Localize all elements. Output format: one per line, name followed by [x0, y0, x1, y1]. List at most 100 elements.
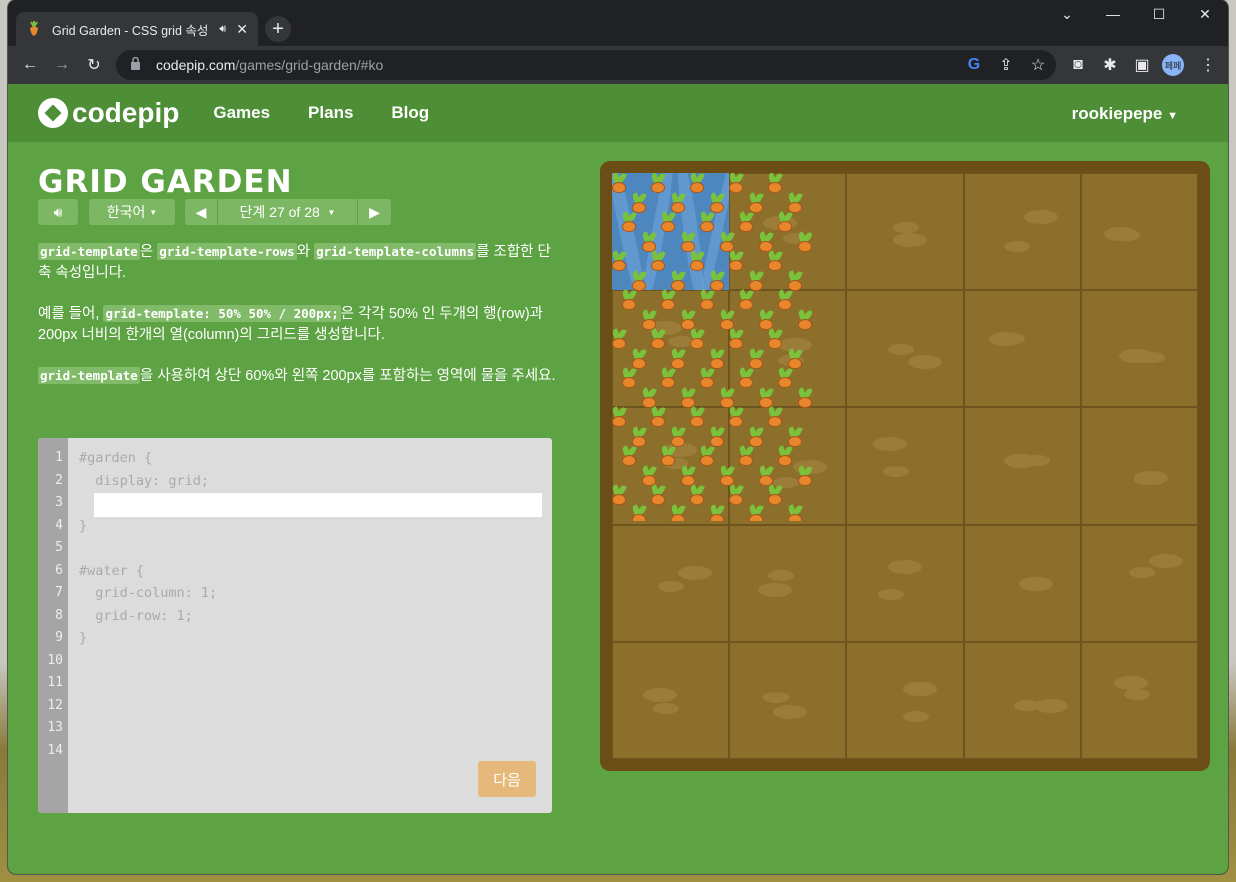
- carrot-icon: [612, 406, 628, 429]
- line-number: 3: [55, 495, 63, 510]
- minimize-icon[interactable]: —: [1098, 6, 1128, 22]
- carrot-icon: [620, 367, 638, 390]
- line-number: 10: [47, 652, 63, 668]
- profile-avatar[interactable]: 페페: [1162, 54, 1184, 76]
- browser-tab[interactable]: Grid Garden - CSS grid 속성 🔊︎ ✕: [16, 12, 258, 46]
- carrot-icon: [698, 367, 716, 390]
- codepip-logo[interactable]: codepip: [38, 97, 179, 129]
- carrot-icon: [766, 484, 784, 507]
- soil-cell: [963, 290, 1081, 408]
- line-number: 1: [55, 450, 63, 465]
- css-answer-input[interactable]: [94, 493, 542, 517]
- carrot-icon: [659, 289, 677, 312]
- instruction-text: 은: [139, 244, 158, 260]
- chevron-down-icon[interactable]: ⌄: [1052, 6, 1082, 23]
- carrot-icon: [649, 250, 667, 273]
- language-select[interactable]: 한국어 ▼: [89, 199, 175, 225]
- carrot-icon: [649, 406, 667, 429]
- caret-down-icon: ▼: [149, 207, 158, 217]
- back-icon[interactable]: ←: [20, 55, 40, 75]
- carrot-icon: [612, 484, 628, 507]
- carrot-icon: [776, 367, 794, 390]
- carrot-icon: [747, 504, 765, 521]
- caret-down-icon: ▼: [327, 207, 336, 217]
- caret-down-icon: ▼: [1167, 110, 1178, 122]
- soil-cell: [612, 524, 730, 642]
- google-icon[interactable]: G: [964, 55, 984, 75]
- next-level-button[interactable]: ▶: [358, 199, 391, 225]
- nav-link-games[interactable]: Games: [213, 103, 270, 123]
- carrot-icon: [688, 406, 706, 429]
- new-tab-button[interactable]: +: [265, 16, 291, 42]
- user-menu[interactable]: rookiepepe ▼: [1072, 104, 1178, 124]
- instruction-text: 예를 들어,: [38, 306, 104, 322]
- soil-cell: [729, 524, 847, 642]
- nav-link-blog[interactable]: Blog: [391, 103, 429, 123]
- maximize-icon[interactable]: ☐: [1144, 6, 1174, 23]
- carrot-icon: [796, 387, 812, 410]
- prev-level-button[interactable]: ◀: [185, 199, 217, 225]
- inline-code: grid-template-rows: [157, 243, 297, 260]
- code-line: #garden {: [79, 450, 153, 466]
- inline-code: grid-template: [38, 367, 140, 384]
- share-icon[interactable]: ⇪: [996, 55, 1016, 75]
- soil-cell: [1080, 524, 1198, 642]
- line-number: 6: [55, 562, 63, 578]
- site-nav: codepip Games Plans Blog rookiepepe ▼: [8, 84, 1228, 142]
- speaker-icon[interactable]: 🔊︎: [219, 23, 226, 36]
- carrot-icon: [796, 231, 812, 254]
- carrot-favicon-icon: [26, 21, 42, 37]
- soil-cell: [846, 524, 964, 642]
- carrot-icon: [688, 484, 706, 507]
- line-number: 14: [47, 742, 63, 758]
- browser-window: Grid Garden - CSS grid 속성 🔊︎ ✕ + ⌄ — ☐ ✕…: [8, 0, 1228, 874]
- forward-icon[interactable]: →: [52, 55, 72, 75]
- inline-code: grid-template: [38, 243, 140, 260]
- carrot-icon: [688, 250, 706, 273]
- carrot-icon: [766, 328, 784, 351]
- line-number: 2: [55, 472, 63, 488]
- line-number: 9: [55, 630, 63, 645]
- inline-code: grid-template-columns: [314, 243, 477, 260]
- instructions: grid-template 은 grid-template-rows 와 grid-…: [38, 241, 558, 406]
- carrot-icon: [659, 367, 677, 390]
- tab-title: Grid Garden - CSS grid 속성: [52, 23, 209, 38]
- carrot-icon: [688, 328, 706, 351]
- carrot-icon: [630, 504, 648, 521]
- carrot-icon: [659, 445, 677, 468]
- next-button[interactable]: 다음: [478, 761, 536, 797]
- line-number: 13: [47, 720, 63, 735]
- line-number: 4: [55, 517, 63, 533]
- carrot-icon: [786, 504, 804, 521]
- star-icon[interactable]: ☆: [1028, 55, 1048, 75]
- carrot-area: [612, 173, 812, 521]
- line-number: 11: [47, 675, 63, 690]
- sound-toggle-button[interactable]: 🔊︎: [38, 199, 78, 225]
- soil-cell: [729, 641, 847, 759]
- page: codepip Games Plans Blog rookiepepe ▼ GR…: [8, 84, 1228, 874]
- carrot-icon: [737, 445, 755, 468]
- level-select[interactable]: 단계 27 of 28 ▼: [218, 199, 357, 225]
- carrot-icon: [776, 289, 794, 312]
- triangle-left-icon: ◀: [195, 203, 207, 220]
- address-bar[interactable]: codepip.com/games/grid-garden/#ko: [116, 50, 1056, 80]
- soil-cell: [612, 641, 730, 759]
- browser-toolbar: ← → ↻ codepip.com/games/grid-garden/#ko …: [8, 46, 1228, 84]
- carrot-icon: [737, 367, 755, 390]
- carrot-icon: [698, 445, 716, 468]
- soil-cell: [963, 524, 1081, 642]
- carrot-icon: [620, 289, 638, 312]
- reload-icon[interactable]: ↻: [84, 55, 104, 75]
- code-line: grid-row: 1;: [79, 607, 193, 624]
- menu-icon[interactable]: ⋮: [1198, 55, 1218, 75]
- username: rookiepepe: [1071, 104, 1163, 123]
- nav-link-plans[interactable]: Plans: [308, 103, 353, 123]
- carrot-icon: [766, 406, 784, 429]
- side-panel-icon[interactable]: ▣: [1132, 55, 1152, 75]
- carrot-icon: [649, 328, 667, 351]
- code-line: #water {: [79, 562, 145, 579]
- camera-icon[interactable]: ◙: [1068, 55, 1088, 75]
- close-window-icon[interactable]: ✕: [1190, 6, 1220, 23]
- close-tab-icon[interactable]: ✕: [236, 21, 248, 38]
- extensions-icon[interactable]: ✱: [1100, 55, 1120, 75]
